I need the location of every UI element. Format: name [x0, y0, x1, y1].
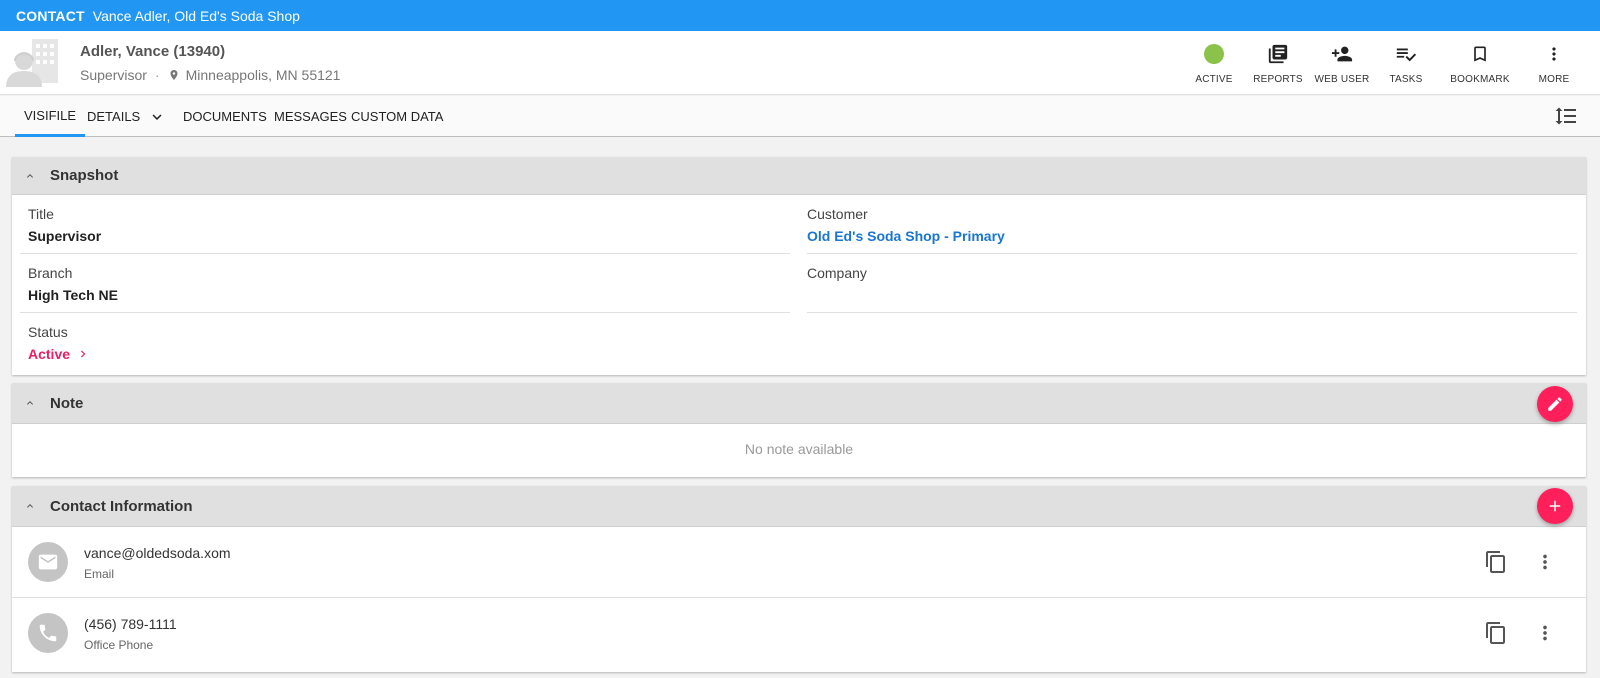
- field-customer: Customer Old Ed's Soda Shop - Primary: [807, 206, 1005, 244]
- field-status: Status Active: [28, 324, 90, 362]
- contact-row-phone[interactable]: (456) 789-1111 Office Phone: [12, 599, 1586, 669]
- contact-type: Email: [84, 567, 115, 581]
- tasks-icon: [1394, 41, 1418, 67]
- status-active-button[interactable]: ACTIVE: [1182, 31, 1246, 95]
- top-title-bar: CONTACT Vance Adler, Old Ed's Soda Shop: [0, 0, 1600, 31]
- tab-label: VISIFILE: [24, 107, 77, 123]
- tasks-button[interactable]: TASKS: [1374, 31, 1438, 95]
- tab-label: DOCUMENTS: [183, 109, 267, 124]
- tab-details[interactable]: DETAILS: [87, 96, 166, 137]
- tab-label: DETAILS: [87, 109, 141, 124]
- record-type-label: CONTACT: [16, 7, 85, 24]
- separator-dot: ·: [154, 67, 160, 83]
- chevron-up-icon: [27, 504, 33, 508]
- action-label: WEB USER: [1314, 74, 1370, 85]
- field-label: Branch: [28, 265, 73, 281]
- tab-label: CUSTOM DATA: [351, 109, 444, 124]
- location-pin-icon: [170, 70, 178, 80]
- tab-messages[interactable]: MESSAGES: [274, 96, 347, 137]
- copy-icon[interactable]: [1484, 621, 1508, 648]
- action-label: MORE: [1538, 74, 1570, 85]
- more-button[interactable]: MORE: [1522, 31, 1586, 95]
- contact-information-header[interactable]: Contact Information: [12, 486, 1586, 527]
- chevron-down-icon: [152, 113, 162, 120]
- snapshot-card: Snapshot Title Supervisor Customer Old E…: [12, 157, 1586, 375]
- contact-job-title: Supervisor: [80, 67, 147, 83]
- chevron-right-icon: [81, 350, 86, 358]
- line-spacing-icon[interactable]: [1554, 104, 1578, 131]
- bookmark-icon: [1470, 41, 1490, 67]
- tab-label: MESSAGES: [274, 109, 347, 124]
- contact-subtitle: Supervisor · Minneappolis, MN 55121: [80, 67, 340, 83]
- action-label: TASKS: [1389, 74, 1423, 85]
- field-label: Status: [28, 324, 68, 340]
- tab-custom-data[interactable]: CUSTOM DATA: [351, 96, 443, 137]
- contact-row-email[interactable]: vance@oldedsoda.xom Email: [12, 528, 1586, 598]
- field-value: Supervisor: [28, 228, 102, 244]
- contact-value: vance@oldedsoda.xom: [84, 545, 231, 561]
- field-title: Title Supervisor: [28, 206, 101, 244]
- contact-type: Office Phone: [84, 638, 154, 652]
- field-label: Company: [807, 265, 867, 281]
- header-actions: ACTIVE REPORTS WEB USER TASKS BOOKMARK M…: [1182, 31, 1586, 95]
- more-vert-icon: [1544, 41, 1564, 67]
- chevron-up-icon: [27, 401, 33, 405]
- record-title: Vance Adler, Old Ed's Soda Shop: [92, 7, 300, 24]
- plus-icon: [1549, 500, 1561, 512]
- action-label: ACTIVE: [1195, 74, 1233, 85]
- web-user-button[interactable]: WEB USER: [1310, 31, 1374, 95]
- reports-button[interactable]: REPORTS: [1246, 31, 1310, 95]
- divider: [807, 312, 1577, 313]
- contact-information-card: Contact Information vance@oldedsoda.xom …: [12, 486, 1586, 672]
- chevron-up-icon: [27, 173, 33, 178]
- tab-documents[interactable]: DOCUMENTS: [183, 96, 267, 137]
- email-icon: [28, 542, 68, 582]
- status-value: Active: [28, 346, 71, 362]
- field-label: Title: [28, 206, 54, 222]
- more-vert-icon[interactable]: [1534, 621, 1556, 648]
- person-add-icon: [1329, 41, 1355, 67]
- copy-icon[interactable]: [1484, 550, 1508, 577]
- field-company: Company: [807, 265, 867, 287]
- phone-icon: [28, 613, 68, 653]
- field-value: High Tech NE: [28, 287, 118, 303]
- pencil-icon: [1548, 397, 1562, 411]
- note-card: Note No note available: [12, 383, 1586, 477]
- divider: [807, 253, 1577, 254]
- section-title: Snapshot: [50, 167, 119, 184]
- field-branch: Branch High Tech NE: [28, 265, 118, 303]
- tab-visifile[interactable]: VISIFILE: [15, 96, 86, 137]
- contact-location: Minneappolis, MN 55121: [185, 67, 341, 83]
- section-title: Note: [50, 394, 84, 412]
- more-vert-icon[interactable]: [1534, 550, 1556, 577]
- note-header[interactable]: Note: [12, 383, 1586, 424]
- bookmark-button[interactable]: BOOKMARK: [1438, 31, 1522, 95]
- reports-icon: [1267, 41, 1289, 67]
- divider: [20, 312, 790, 313]
- customer-link[interactable]: Old Ed's Soda Shop - Primary: [807, 228, 1005, 244]
- contact-avatar-icon: [4, 37, 62, 89]
- action-label: REPORTS: [1253, 74, 1303, 85]
- add-contact-info-button[interactable]: [1537, 488, 1573, 524]
- status-dot-icon: [1204, 44, 1224, 64]
- edit-note-button[interactable]: [1537, 386, 1573, 422]
- divider: [20, 253, 790, 254]
- contact-value: (456) 789-1111: [84, 616, 177, 632]
- note-empty-text: No note available: [744, 441, 854, 457]
- field-label: Customer: [807, 206, 868, 222]
- section-title: Contact Information: [50, 497, 193, 515]
- action-label: BOOKMARK: [1450, 74, 1510, 85]
- contact-header: Adler, Vance (13940) Supervisor · Minnea…: [0, 31, 1600, 95]
- tab-bar: VISIFILE DETAILS DOCUMENTS MESSAGES CUST…: [0, 96, 1600, 137]
- contact-name: Adler, Vance (13940): [80, 43, 226, 60]
- snapshot-header[interactable]: Snapshot: [12, 157, 1586, 195]
- status-link[interactable]: Active: [28, 346, 90, 362]
